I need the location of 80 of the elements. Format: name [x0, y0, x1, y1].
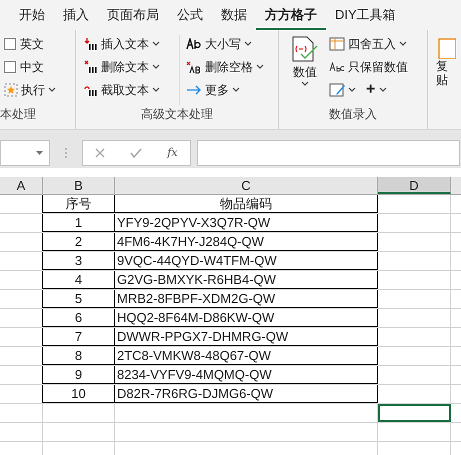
group-label: 本处理 [0, 106, 37, 123]
round-button[interactable]: 四舍五入 [329, 35, 408, 53]
ribbon-tab[interactable]: 插入 [54, 2, 98, 30]
table-cell: 1 [43, 214, 115, 232]
table-cell: 5 [43, 290, 115, 308]
pencil-table-icon [329, 83, 345, 97]
table-cell: 10 [43, 385, 115, 403]
ribbon-dropdown-button[interactable]: 删除文本 [84, 58, 179, 76]
table-cell: 8234-VYFV9-4MQMQ-QW [115, 366, 378, 384]
insert-function-button[interactable]: fx [167, 144, 178, 162]
cancel-icon[interactable] [95, 148, 106, 158]
ribbon-tab[interactable]: 数据 [212, 2, 256, 30]
ribbon-dropdown-button[interactable]: 更多 [186, 81, 264, 99]
star-icon [4, 83, 18, 97]
number-button[interactable]: 数值 [287, 35, 323, 105]
table-cell: 物品编码 [115, 195, 378, 213]
table-cell: 3 [43, 252, 115, 270]
column-header[interactable]: A [0, 177, 43, 194]
table-cell: 8 [43, 347, 115, 365]
chevron-icon [301, 81, 309, 87]
table-cell: DWWR-PPGX7-DHMRG-QW [115, 328, 378, 346]
ribbon-tab[interactable]: 页面布局 [98, 2, 168, 30]
chevron-icon [48, 87, 56, 93]
table-cell: YFY9-2QPYV-X3Q7R-QW [115, 214, 378, 232]
table-cell: 4 [43, 271, 115, 289]
table-icon [329, 37, 345, 51]
arrow-right-icon [186, 84, 202, 96]
formula-input[interactable] [197, 140, 460, 166]
keep-value-button[interactable]: 只保留数值 [329, 58, 408, 76]
checkbox[interactable] [4, 61, 16, 73]
table-cell: 2 [43, 233, 115, 251]
letter-case-icon [186, 38, 202, 50]
table-cell: 4FM6-4K7HY-J284Q-QW [115, 233, 378, 251]
group-label: 数值录入 [329, 106, 377, 123]
table-cell: 序号 [43, 195, 115, 213]
check-icon[interactable] [130, 148, 142, 158]
chevron-icon [152, 87, 160, 93]
chevron-icon [152, 64, 160, 70]
ribbon-dropdown-button[interactable]: 截取文本 [84, 81, 179, 99]
ribbon-tab[interactable]: 开始 [10, 2, 54, 30]
table-cell: D82R-7R6RG-DJMG6-QW [115, 385, 378, 403]
group-label: 高级文本处理 [141, 106, 213, 123]
table-cell: 6 [43, 309, 115, 327]
table-cell: 7 [43, 328, 115, 346]
ribbon-tab[interactable]: 公式 [168, 2, 212, 30]
table-cell: 2TC8-VMKW8-48Q67-QW [115, 347, 378, 365]
chevron-icon [152, 41, 160, 47]
document-check-icon [291, 35, 319, 63]
table-cell: G2VG-BMXYK-R6HB4-QW [115, 271, 378, 289]
column-header[interactable]: D [378, 177, 451, 194]
table-cell: 9VQC-44QYD-W4TFM-QW [115, 252, 378, 270]
insert-text-icon [84, 37, 98, 51]
copy-paste-label: 复 [436, 59, 449, 73]
chevron-icon [379, 87, 388, 93]
edit-table-button[interactable] [329, 83, 356, 97]
chevron-icon [348, 87, 356, 93]
dropdown-icon [36, 151, 43, 155]
chevron-icon [399, 41, 407, 47]
add-button[interactable]: + [366, 82, 388, 98]
run-button[interactable]: 执行 [4, 81, 75, 99]
chevron-icon [244, 41, 252, 47]
copy-paste-label: 贴 [436, 73, 449, 87]
column-header[interactable]: B [43, 177, 115, 194]
abc-icon [329, 62, 345, 72]
chevron-icon [232, 87, 240, 93]
ribbon-dropdown-button[interactable]: 删除空格 [186, 58, 264, 76]
name-box[interactable] [0, 140, 50, 166]
ribbon-dropdown-button[interactable]: 大小写 [186, 35, 264, 53]
ribbon-tab[interactable]: DIY工具箱 [326, 2, 405, 30]
delete-text-icon [84, 60, 98, 74]
checkbox-label: 中文 [20, 59, 44, 76]
table-cell: 9 [43, 366, 115, 384]
chevron-icon [256, 64, 264, 70]
checkbox[interactable] [4, 38, 16, 50]
checkbox-label: 英文 [20, 36, 44, 53]
table-cell: MRB2-8FBPF-XDM2G-QW [115, 290, 378, 308]
delete-space-icon [186, 60, 202, 74]
table-cell: HQQ2-8F64M-D86KW-QW [115, 309, 378, 327]
ribbon-dropdown-button[interactable]: 插入文本 [84, 35, 179, 53]
spreadsheet-cell[interactable] [378, 404, 451, 422]
